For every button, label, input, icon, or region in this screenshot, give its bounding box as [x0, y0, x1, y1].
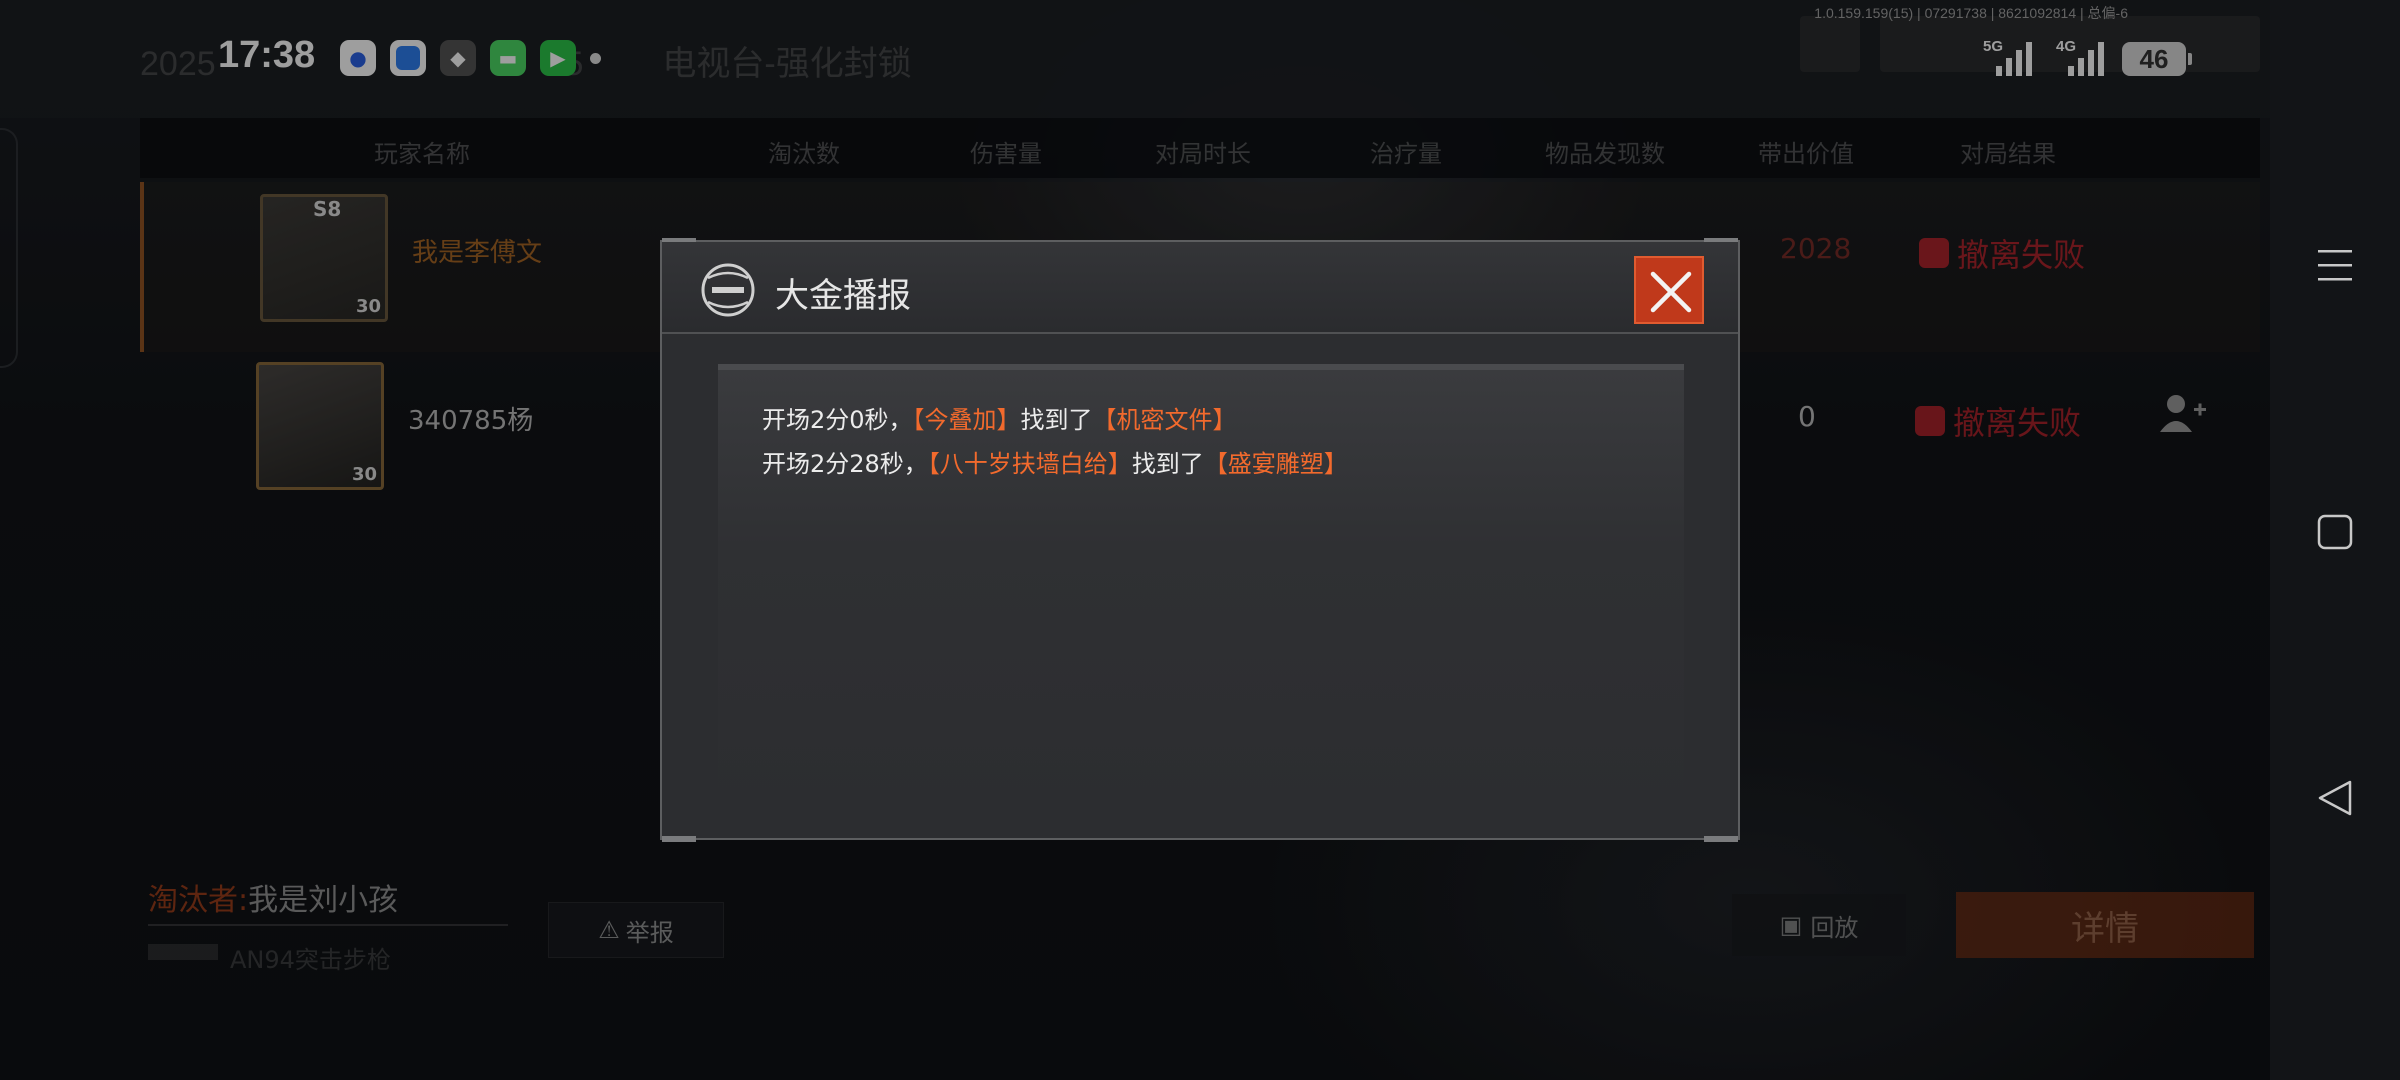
- close-icon: [1650, 271, 1692, 313]
- message-item: 【机密文件】: [1092, 406, 1237, 434]
- menu-icon[interactable]: [2310, 240, 2360, 290]
- message-item: 【盛宴雕塑】: [1203, 450, 1348, 478]
- gold-broadcast-modal: 大金播报 开场2分0秒，【今叠加】找到了【机密文件】 开场2分28秒，【八十岁扶…: [660, 238, 1740, 842]
- message-player: 【八十岁扶墙白给】: [927, 450, 1132, 478]
- close-button[interactable]: [1634, 256, 1704, 324]
- system-nav-bar: [2270, 0, 2400, 1080]
- modal-header: 大金播报: [662, 242, 1738, 334]
- message-time: 开场2分28秒，: [762, 450, 928, 478]
- list-item: 开场2分28秒，【八十岁扶墙白给】找到了【盛宴雕塑】: [762, 444, 1348, 479]
- back-triangle-icon[interactable]: [2310, 773, 2360, 823]
- broadcast-list: 开场2分0秒，【今叠加】找到了【机密文件】 开场2分28秒，【八十岁扶墙白给】找…: [718, 364, 1684, 812]
- message-verb: 找到了: [1020, 406, 1093, 434]
- message-verb: 找到了: [1131, 450, 1204, 478]
- modal-title: 大金播报: [775, 276, 911, 316]
- message-player: 【今叠加】: [912, 406, 1021, 434]
- globe-icon: [700, 262, 756, 318]
- message-time: 开场2分0秒，: [762, 406, 913, 434]
- modal-corner: [1704, 836, 1738, 842]
- modal-corner: [662, 836, 696, 842]
- home-square-icon[interactable]: [2310, 507, 2360, 557]
- list-item: 开场2分0秒，【今叠加】找到了【机密文件】: [762, 400, 1237, 435]
